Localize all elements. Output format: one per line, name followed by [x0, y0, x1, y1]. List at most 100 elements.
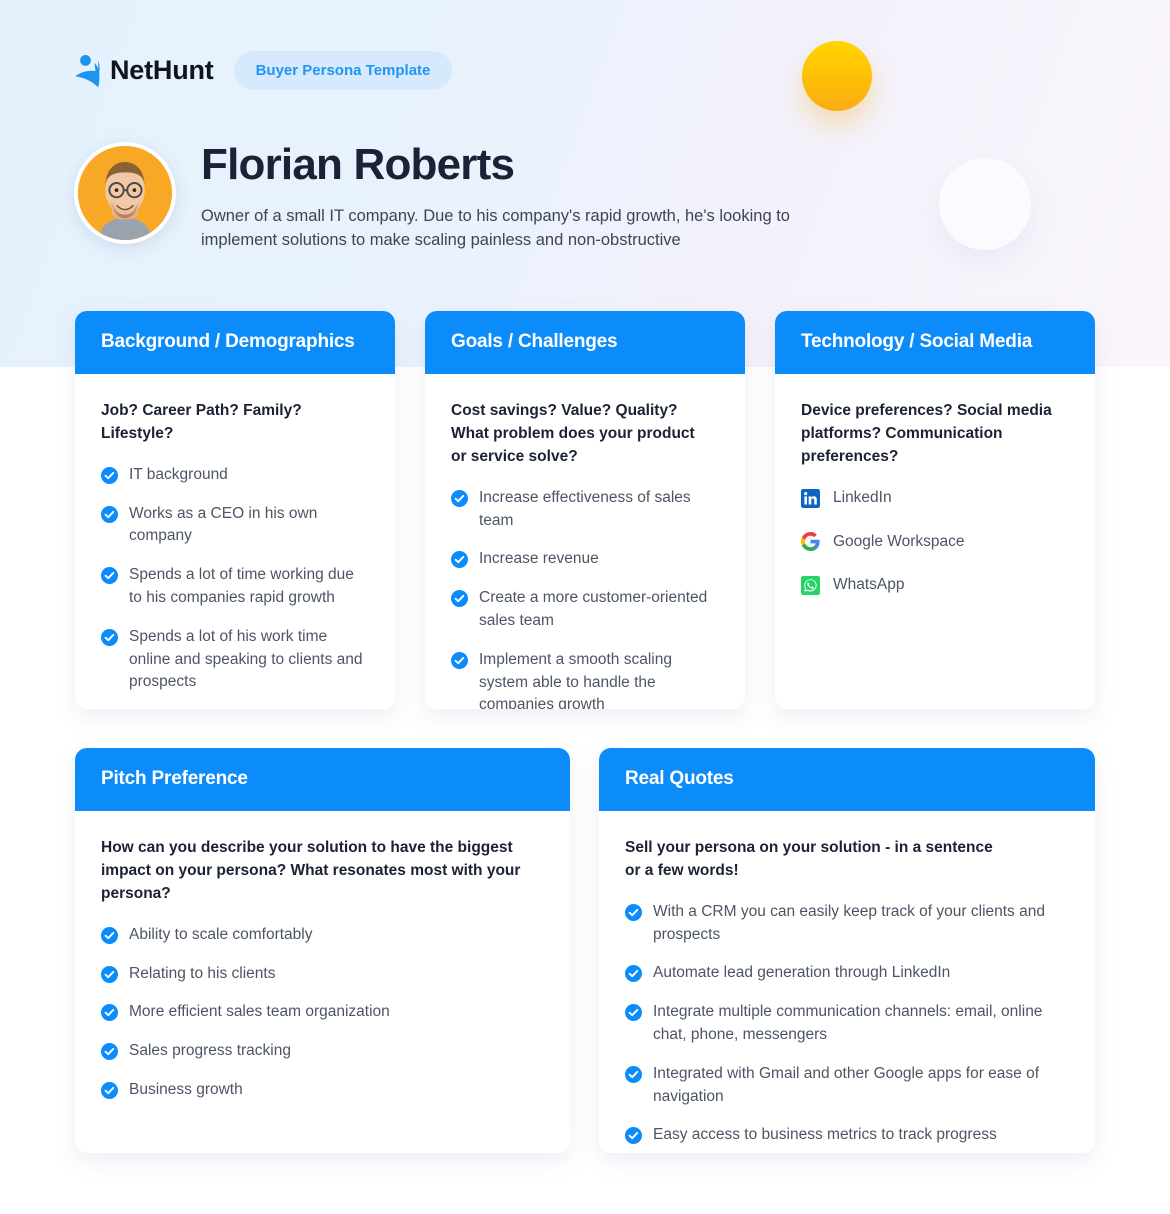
header-logo-row: NetHunt Buyer Persona Template — [74, 51, 453, 90]
check-circle-icon — [101, 965, 118, 983]
list-item-label: Integrate multiple communication channel… — [653, 1003, 1043, 1043]
list-item[interactable]: Google Workspace — [801, 531, 1069, 554]
google-icon — [801, 532, 820, 552]
list-item[interactable]: Integrate multiple communication channel… — [625, 1001, 1069, 1047]
list-item-label: Relating to his clients — [129, 964, 276, 982]
list-item[interactable]: Spends a lot of his work time online and… — [101, 626, 369, 694]
check-circle-icon — [451, 590, 468, 608]
checklist: Increase effectiveness of sales team Inc… — [451, 487, 719, 709]
card-question: Sell your persona on your solution - in … — [625, 839, 993, 879]
linkedin-icon — [801, 488, 820, 508]
buyer-persona-template-badge[interactable]: Buyer Persona Template — [233, 51, 453, 90]
checklist: IT background Works as a CEO in his own … — [101, 464, 369, 694]
list-item[interactable]: Sales progress tracking — [101, 1040, 544, 1063]
list-item-label: Spends a lot of his work time online and… — [129, 627, 363, 691]
card-title: Pitch Preference — [75, 748, 570, 811]
list-item-label: Integrated with Gmail and other Google a… — [653, 1064, 1040, 1105]
list-item[interactable]: Automate lead generation through LinkedI… — [625, 962, 1069, 985]
list-item-label: Sales progress tracking — [129, 1042, 291, 1060]
card-question: How can you describe your solution to ha… — [101, 839, 521, 902]
list-item-label: Implement a smooth scaling system able t… — [479, 650, 672, 709]
list-item-label: Spends a lot of time working due to his … — [129, 566, 354, 606]
check-circle-icon — [101, 628, 118, 646]
list-item[interactable]: Increase effectiveness of sales team — [451, 487, 719, 533]
check-circle-icon — [625, 1065, 642, 1083]
card-body: Sell your persona on your solution - in … — [599, 811, 1095, 1153]
brand-name-part1: Net — [110, 55, 153, 85]
check-circle-icon — [101, 505, 118, 523]
whatsapp-icon — [801, 576, 820, 596]
white-circle-decoration — [939, 158, 1031, 250]
check-circle-icon — [101, 926, 118, 944]
list-item[interactable]: Relating to his clients — [101, 963, 544, 986]
list-item[interactable]: More efficient sales team organization — [101, 1001, 544, 1024]
list-item[interactable]: IT background — [101, 464, 369, 487]
avatar — [74, 142, 176, 244]
list-item-label: Increase revenue — [479, 550, 599, 568]
card-body: Job? Career Path? Family? Lifestyle? IT … — [75, 374, 395, 709]
persona-description: Owner of a small IT company. Due to his … — [201, 207, 790, 250]
brand-name-part2: Hunt — [152, 55, 214, 85]
check-circle-icon — [625, 965, 642, 983]
list-item[interactable]: Easy access to business metrics to track… — [625, 1124, 1069, 1147]
nethunt-brand[interactable]: NetHunt — [74, 54, 214, 88]
list-item-label: With a CRM you can easily keep track of … — [653, 902, 1045, 943]
list-item-label: Increase effectiveness of sales team — [479, 488, 691, 529]
card-pitch-preference: Pitch Preference How can you describe yo… — [75, 748, 570, 1153]
checklist: With a CRM you can easily keep track of … — [625, 901, 1069, 1147]
card-body: Cost savings? Value? Quality? What probl… — [425, 374, 745, 709]
check-circle-icon — [101, 567, 118, 585]
card-title: Goals / Challenges — [425, 311, 745, 374]
list-item-label: WhatsApp — [833, 576, 905, 594]
persona-avatar-photo — [78, 146, 172, 240]
card-body: How can you describe your solution to ha… — [75, 811, 570, 1153]
yellow-circle-decoration — [802, 41, 872, 111]
card-question: Job? Career Path? Family? Lifestyle? — [101, 402, 302, 442]
check-circle-icon — [101, 1081, 118, 1099]
list-item[interactable]: Implement a smooth scaling system able t… — [451, 649, 719, 709]
list-item-label: Google Workspace — [833, 532, 965, 550]
list-item-label: Easy access to business metrics to track… — [653, 1126, 997, 1144]
list-item[interactable]: Spends a lot of time working due to his … — [101, 564, 369, 610]
list-item-label: Automate lead generation through LinkedI… — [653, 964, 951, 982]
list-item-label: Works as a CEO in his own company — [129, 504, 318, 545]
card-title: Technology / Social Media — [775, 311, 1095, 374]
card-goals-challenges: Goals / Challenges Cost savings? Value? … — [425, 311, 745, 709]
card-real-quotes: Real Quotes Sell your persona on your so… — [599, 748, 1095, 1153]
list-item-label: Business growth — [129, 1080, 243, 1098]
check-circle-icon — [101, 1043, 118, 1061]
list-item-label: Create a more customer-oriented sales te… — [479, 589, 708, 629]
list-item[interactable]: Create a more customer-oriented sales te… — [451, 587, 719, 633]
list-item-label: More efficient sales team organization — [129, 1003, 390, 1021]
card-body: Device preferences? Social media platfor… — [775, 374, 1095, 709]
list-item[interactable]: Business growth — [101, 1079, 544, 1102]
list-item[interactable]: WhatsApp — [801, 574, 1069, 597]
list-item[interactable]: Works as a CEO in his own company — [101, 503, 369, 549]
list-item[interactable]: Integrated with Gmail and other Google a… — [625, 1063, 1069, 1109]
list-item[interactable]: Ability to scale comfortably — [101, 924, 544, 947]
check-circle-icon — [101, 466, 118, 484]
check-circle-icon — [625, 1004, 642, 1022]
nethunt-logo-icon — [74, 54, 104, 88]
card-question: Cost savings? Value? Quality? What probl… — [451, 402, 695, 465]
card-background-demographics: Background / Demographics Job? Career Pa… — [75, 311, 395, 709]
list-item[interactable]: Increase revenue — [451, 548, 719, 571]
check-circle-icon — [625, 1127, 642, 1145]
card-title: Real Quotes — [599, 748, 1095, 811]
card-technology-social-media: Technology / Social Media Device prefere… — [775, 311, 1095, 709]
list-item[interactable]: LinkedIn — [801, 487, 1069, 510]
list-item[interactable]: With a CRM you can easily keep track of … — [625, 901, 1069, 947]
list-item-label: LinkedIn — [833, 488, 892, 506]
brand-wordmark: NetHunt — [110, 55, 214, 86]
check-circle-icon — [625, 903, 642, 921]
check-circle-icon — [101, 1004, 118, 1022]
social-platform-list: LinkedIn Google Workspace WhatsApp — [801, 487, 1069, 597]
card-title: Background / Demographics — [75, 311, 395, 374]
card-question: Device preferences? Social media platfor… — [801, 402, 1052, 465]
checklist: Ability to scale comfortably Relating to… — [101, 924, 544, 1102]
page-title: Florian Roberts — [201, 140, 515, 189]
check-circle-icon — [451, 489, 468, 507]
check-circle-icon — [451, 551, 468, 569]
list-item-label: Ability to scale comfortably — [129, 925, 313, 943]
check-circle-icon — [451, 651, 468, 669]
